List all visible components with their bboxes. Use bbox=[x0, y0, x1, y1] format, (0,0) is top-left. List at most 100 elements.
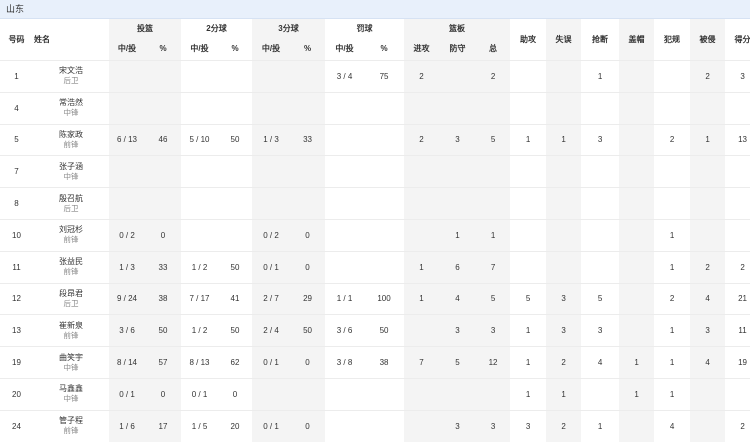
player-name[interactable]: 张子涵 bbox=[33, 162, 109, 172]
header-two: 2分球 bbox=[181, 19, 252, 37]
ast-cell bbox=[510, 156, 546, 188]
fg-pct-cell: 0 bbox=[145, 378, 181, 410]
fd-cell: 4 bbox=[690, 283, 725, 315]
oreb-cell bbox=[404, 92, 439, 124]
oreb-cell bbox=[404, 315, 439, 347]
player-position: 中锋 bbox=[33, 394, 109, 404]
stl-cell: 4 bbox=[581, 347, 619, 379]
player-name-cell: 崔新泉前锋 bbox=[33, 315, 109, 347]
player-name[interactable]: 殷召航 bbox=[33, 194, 109, 204]
stl-cell: 3 bbox=[581, 124, 619, 156]
pf-cell: 4 bbox=[654, 410, 690, 442]
pf-cell: 1 bbox=[654, 219, 690, 251]
pf-cell: 1 bbox=[654, 378, 690, 410]
fg-pct-cell bbox=[145, 188, 181, 220]
dreb-cell: 6 bbox=[439, 251, 476, 283]
player-name[interactable]: 崔新泉 bbox=[33, 321, 109, 331]
two-pct-cell bbox=[218, 188, 252, 220]
player-position: 后卫 bbox=[33, 204, 109, 214]
three-pct-cell: 33 bbox=[290, 124, 325, 156]
ast-cell: 5 bbox=[510, 283, 546, 315]
treb-cell: 3 bbox=[476, 410, 510, 442]
two-pct-cell bbox=[218, 61, 252, 93]
two-made-att-cell: 1 / 5 bbox=[181, 410, 218, 442]
player-name[interactable]: 段昂君 bbox=[33, 289, 109, 299]
fd-cell: 2 bbox=[690, 251, 725, 283]
blk-cell bbox=[619, 92, 654, 124]
oreb-cell: 1 bbox=[404, 283, 439, 315]
player-name[interactable]: 张益民 bbox=[33, 257, 109, 267]
player-name-cell: 刘冠杉前锋 bbox=[33, 219, 109, 251]
fg-pct-cell: 0 bbox=[145, 219, 181, 251]
three-made-att-cell: 0 / 1 bbox=[252, 347, 290, 379]
treb-cell: 3 bbox=[476, 315, 510, 347]
three-pct-cell: 0 bbox=[290, 251, 325, 283]
three-made-att-cell: 0 / 2 bbox=[252, 219, 290, 251]
table-row: 24管子程前锋1 / 6171 / 5200 / 103332142 bbox=[0, 410, 750, 442]
header-ft: 罚球 bbox=[325, 19, 404, 37]
dreb-cell: 1 bbox=[439, 219, 476, 251]
stl-cell: 3 bbox=[581, 315, 619, 347]
tov-cell bbox=[546, 188, 581, 220]
player-name[interactable]: 常浩然 bbox=[33, 98, 109, 108]
two-pct-cell: 41 bbox=[218, 283, 252, 315]
header-fg-made-att: 中/投 bbox=[109, 37, 145, 61]
tov-cell: 1 bbox=[546, 378, 581, 410]
player-name[interactable]: 陈家政 bbox=[33, 130, 109, 140]
blk-cell bbox=[619, 124, 654, 156]
treb-cell: 7 bbox=[476, 251, 510, 283]
fd-cell bbox=[690, 219, 725, 251]
fd-cell bbox=[690, 410, 725, 442]
ft-made-att-cell: 3 / 4 bbox=[325, 61, 364, 93]
fg-pct-cell: 46 bbox=[145, 124, 181, 156]
three-pct-cell bbox=[290, 61, 325, 93]
pts-cell: 19 bbox=[725, 347, 750, 379]
player-name[interactable]: 曲笑宇 bbox=[33, 353, 109, 363]
oreb-cell bbox=[404, 378, 439, 410]
pf-cell: 1 bbox=[654, 315, 690, 347]
player-name[interactable]: 宋文浩 bbox=[33, 66, 109, 76]
ft-pct-cell bbox=[364, 251, 404, 283]
ft-pct-cell bbox=[364, 92, 404, 124]
ft-made-att-cell bbox=[325, 251, 364, 283]
oreb-cell: 7 bbox=[404, 347, 439, 379]
dreb-cell: 4 bbox=[439, 283, 476, 315]
player-name[interactable]: 马鑫鑫 bbox=[33, 384, 109, 394]
fg-made-att-cell: 3 / 6 bbox=[109, 315, 145, 347]
dreb-cell: 3 bbox=[439, 410, 476, 442]
two-made-att-cell: 5 / 10 bbox=[181, 124, 218, 156]
three-made-att-cell: 1 / 3 bbox=[252, 124, 290, 156]
player-name-cell: 曲笑宇中锋 bbox=[33, 347, 109, 379]
two-pct-cell: 50 bbox=[218, 315, 252, 347]
tov-cell: 2 bbox=[546, 347, 581, 379]
header-three-made-att: 中/投 bbox=[252, 37, 290, 61]
ft-pct-cell bbox=[364, 188, 404, 220]
two-made-att-cell bbox=[181, 61, 218, 93]
player-name[interactable]: 管子程 bbox=[33, 416, 109, 426]
blk-cell bbox=[619, 219, 654, 251]
dreb-cell bbox=[439, 61, 476, 93]
table-row: 13崔新泉前锋3 / 6501 / 2502 / 4503 / 65033133… bbox=[0, 315, 750, 347]
ast-cell: 1 bbox=[510, 315, 546, 347]
fd-cell: 1 bbox=[690, 124, 725, 156]
three-made-att-cell bbox=[252, 378, 290, 410]
dreb-cell: 3 bbox=[439, 315, 476, 347]
fd-cell: 2 bbox=[690, 61, 725, 93]
player-name-cell: 常浩然中锋 bbox=[33, 92, 109, 124]
tov-cell: 3 bbox=[546, 283, 581, 315]
oreb-cell: 1 bbox=[404, 251, 439, 283]
fg-made-att-cell: 0 / 1 bbox=[109, 378, 145, 410]
header-ft-made-att: 中/投 bbox=[325, 37, 364, 61]
player-name[interactable]: 刘冠杉 bbox=[33, 225, 109, 235]
fd-cell bbox=[690, 188, 725, 220]
blk-cell bbox=[619, 410, 654, 442]
treb-cell bbox=[476, 156, 510, 188]
two-pct-cell: 62 bbox=[218, 347, 252, 379]
ast-cell bbox=[510, 61, 546, 93]
pts-cell bbox=[725, 156, 750, 188]
ast-cell bbox=[510, 251, 546, 283]
stl-cell: 5 bbox=[581, 283, 619, 315]
ft-pct-cell bbox=[364, 410, 404, 442]
three-pct-cell bbox=[290, 378, 325, 410]
oreb-cell: 2 bbox=[404, 61, 439, 93]
